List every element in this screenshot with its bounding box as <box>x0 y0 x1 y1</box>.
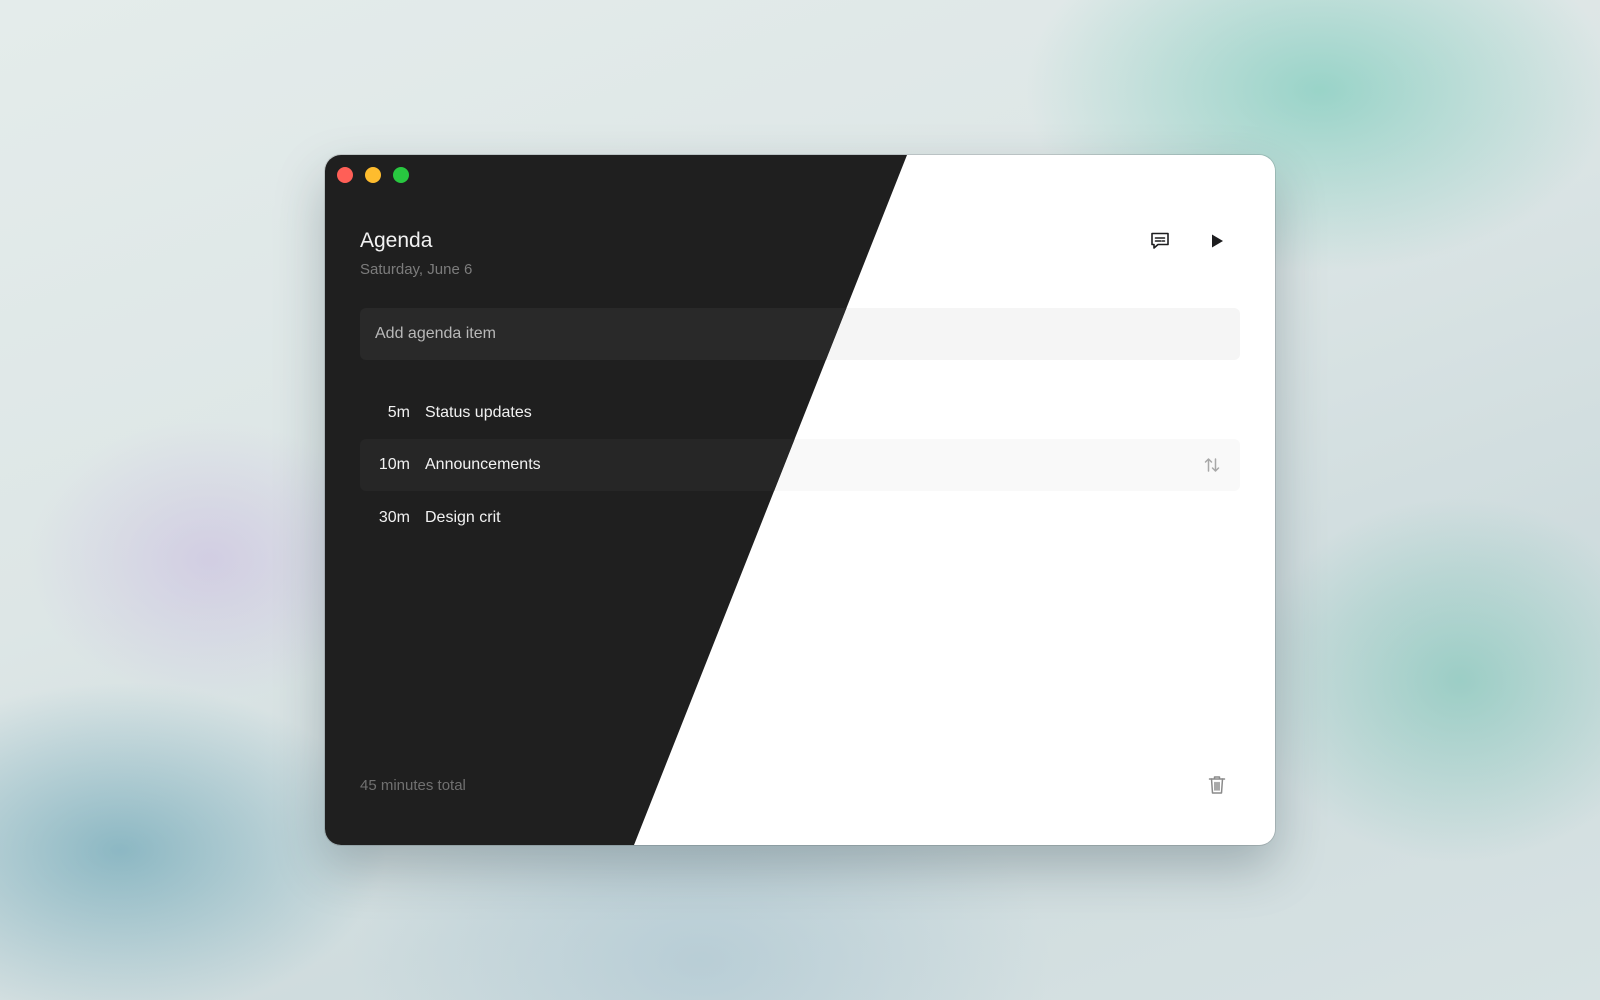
agenda-item-duration: 5m <box>387 404 410 421</box>
window-controls-dark <box>337 167 409 183</box>
page-date: Saturday, June 6 <box>360 261 473 278</box>
total-duration: 45 minutes total <box>360 777 466 794</box>
agenda-item-label: Announcements <box>425 456 541 473</box>
captions-icon <box>1151 232 1169 249</box>
play-icon <box>1212 234 1223 248</box>
zoom-button[interactable] <box>393 167 409 183</box>
captions-button[interactable] <box>1144 225 1176 257</box>
agenda-item-duration: 10m <box>378 456 410 473</box>
agenda-item-label: Design crit <box>425 509 501 526</box>
clear-agenda-button[interactable] <box>1205 773 1229 797</box>
trash-icon <box>1208 776 1226 794</box>
play-button[interactable] <box>1201 225 1233 257</box>
desktop-background: Agenda Saturday, June 6 5m Status update… <box>0 0 1600 1000</box>
reorder-arrows-icon[interactable] <box>1202 455 1222 475</box>
agenda-window: Agenda Saturday, June 6 5m Status update… <box>325 155 1275 845</box>
page-title: Agenda <box>360 229 433 252</box>
agenda-item-duration: 30m <box>378 509 410 526</box>
minimize-button[interactable] <box>365 167 381 183</box>
close-button[interactable] <box>337 167 353 183</box>
agenda-item-label: Status updates <box>425 404 532 421</box>
